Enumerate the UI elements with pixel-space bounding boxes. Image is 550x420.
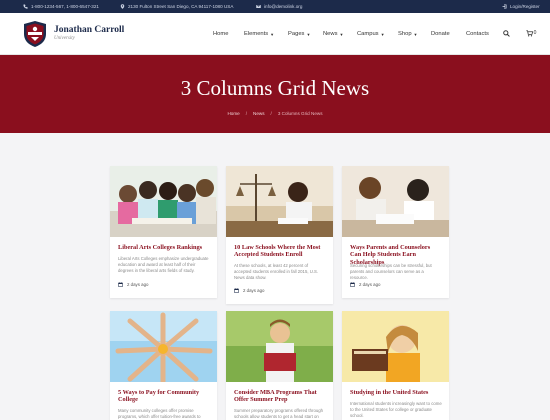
caret-down-icon: ▼ [413,31,418,37]
news-excerpt: Liberal Arts Colleges emphasize undergra… [118,256,209,273]
breadcrumb: Home / News / 3 Columns Grid News [0,111,550,116]
news-image-law-student[interactable] [226,166,333,237]
nav-news[interactable]: News ▼ [323,13,343,55]
university-crest-logo[interactable] [23,20,47,48]
news-excerpt: International students increasingly want… [350,401,442,418]
news-date-text: 2 days ago [127,282,149,287]
news-date-text: 2 days ago [243,288,265,293]
top-bar: 1-800-1234-567, 1-800-6547-321 2130 Fult… [0,0,550,13]
news-title[interactable]: 10 Law Schools Where the Most Accepted S… [234,244,326,259]
login-label[interactable]: Login/Register [510,4,540,9]
news-card[interactable]: Consider MBA Programs That Offer Summer … [226,311,333,420]
caret-down-icon: ▼ [306,31,311,37]
news-card[interactable]: Ways Parents and Counselors Can Help Stu… [342,166,449,298]
address-text: 2130 Fulton Street San Diego, CA 94117-1… [128,4,234,9]
breadcrumb-separator: / [245,111,248,116]
news-excerpt: Many community colleges offer promise pr… [118,408,201,419]
nav-news-label[interactable]: News [323,31,338,37]
news-title[interactable]: Consider MBA Programs That Offer Summer … [234,389,326,404]
news-excerpt: Summer preparatory programs offered thro… [234,408,324,419]
search-icon [502,29,510,37]
nav-donate-label[interactable]: Donate [431,31,450,37]
nav-contacts-label[interactable]: Contacts [466,31,489,37]
page-title: 3 Columns Grid News [180,76,370,100]
news-date: 2 days ago [350,282,380,287]
cart-icon [525,29,533,36]
brand-name[interactable]: Jonathan Carroll [54,25,124,35]
breadcrumb-home[interactable]: Home [227,111,239,116]
news-image-student-reading[interactable] [226,311,333,382]
breadcrumb-separator: / [270,111,272,116]
login-icon [502,4,507,9]
news-image-students-group[interactable] [110,166,217,237]
nav-pages-label[interactable]: Pages [288,31,304,37]
nav-campus-label[interactable]: Campus [357,31,379,37]
breadcrumb-current: 3 Columns Grid News [277,111,323,116]
breadcrumb-news[interactable]: News [253,111,265,116]
envelope-icon [256,5,261,8]
news-title[interactable]: Studying in the United States [350,389,442,396]
news-title[interactable]: 5 Ways to Pay for Community College [118,389,210,404]
calendar-icon [350,282,355,287]
address-contact: 2130 Fulton Street San Diego, CA 94117-1… [120,0,233,13]
news-image-hands-circle[interactable] [110,311,217,382]
nav-campus[interactable]: Campus ▼ [357,13,385,55]
nav-elements-label[interactable]: Elements [244,31,268,37]
location-pin-icon [120,4,125,9]
caret-down-icon: ▼ [270,31,275,37]
news-date: 2 days ago [118,282,148,287]
news-card[interactable]: 10 Law Schools Where the Most Accepted S… [226,166,333,304]
news-date-text: 2 days ago [359,282,381,287]
nav-contacts[interactable]: Contacts [466,13,489,55]
news-card[interactable]: Studying in the United States Internatio… [342,311,449,420]
search-button[interactable] [500,27,512,39]
brand-subtitle: University [54,36,75,41]
news-title[interactable]: Liberal Arts Colleges Rankings [118,244,210,251]
login-register-link[interactable]: Login/Register [502,0,540,13]
phone-numbers: 1-800-1234-567, 1-800-6547-321 [31,4,99,9]
calendar-icon [118,282,123,287]
news-excerpt: At these schools, at least 42 percent of… [234,263,319,280]
cart-count: 0 [533,30,537,36]
nav-elements[interactable]: Elements ▼ [244,13,274,55]
news-image-girl-with-book[interactable] [342,311,449,382]
calendar-icon [234,288,239,293]
phone-contact[interactable]: 1-800-1234-567, 1-800-6547-321 [23,0,99,13]
phone-icon [23,4,28,9]
email-contact[interactable]: info@demolink.org [256,0,302,13]
news-card[interactable]: 5 Ways to Pay for Community College Many… [110,311,217,420]
caret-down-icon: ▼ [339,31,344,37]
cart-button[interactable]: 0 [523,27,539,39]
nav-pages[interactable]: Pages ▼ [288,13,310,55]
nav-home[interactable]: Home [213,13,228,55]
nav-home-label[interactable]: Home [213,31,228,37]
news-card[interactable]: Liberal Arts Colleges Rankings Liberal A… [110,166,217,298]
nav-donate[interactable]: Donate [431,13,450,55]
nav-shop[interactable]: Shop ▼ [398,13,418,55]
page-hero: 3 Columns Grid News Home / News / 3 Colu… [0,55,550,133]
site-header: Jonathan Carroll University Home Element… [0,13,550,55]
news-image-scholarship[interactable] [342,166,449,237]
news-date: 2 days ago [234,288,264,293]
email-link[interactable]: info@demolink.org [264,4,302,9]
caret-down-icon: ▼ [380,31,385,37]
news-excerpt: Securing scholarships can be stressful, … [350,263,432,280]
brand[interactable]: Jonathan Carroll University [54,25,124,41]
nav-shop-label[interactable]: Shop [398,31,412,37]
